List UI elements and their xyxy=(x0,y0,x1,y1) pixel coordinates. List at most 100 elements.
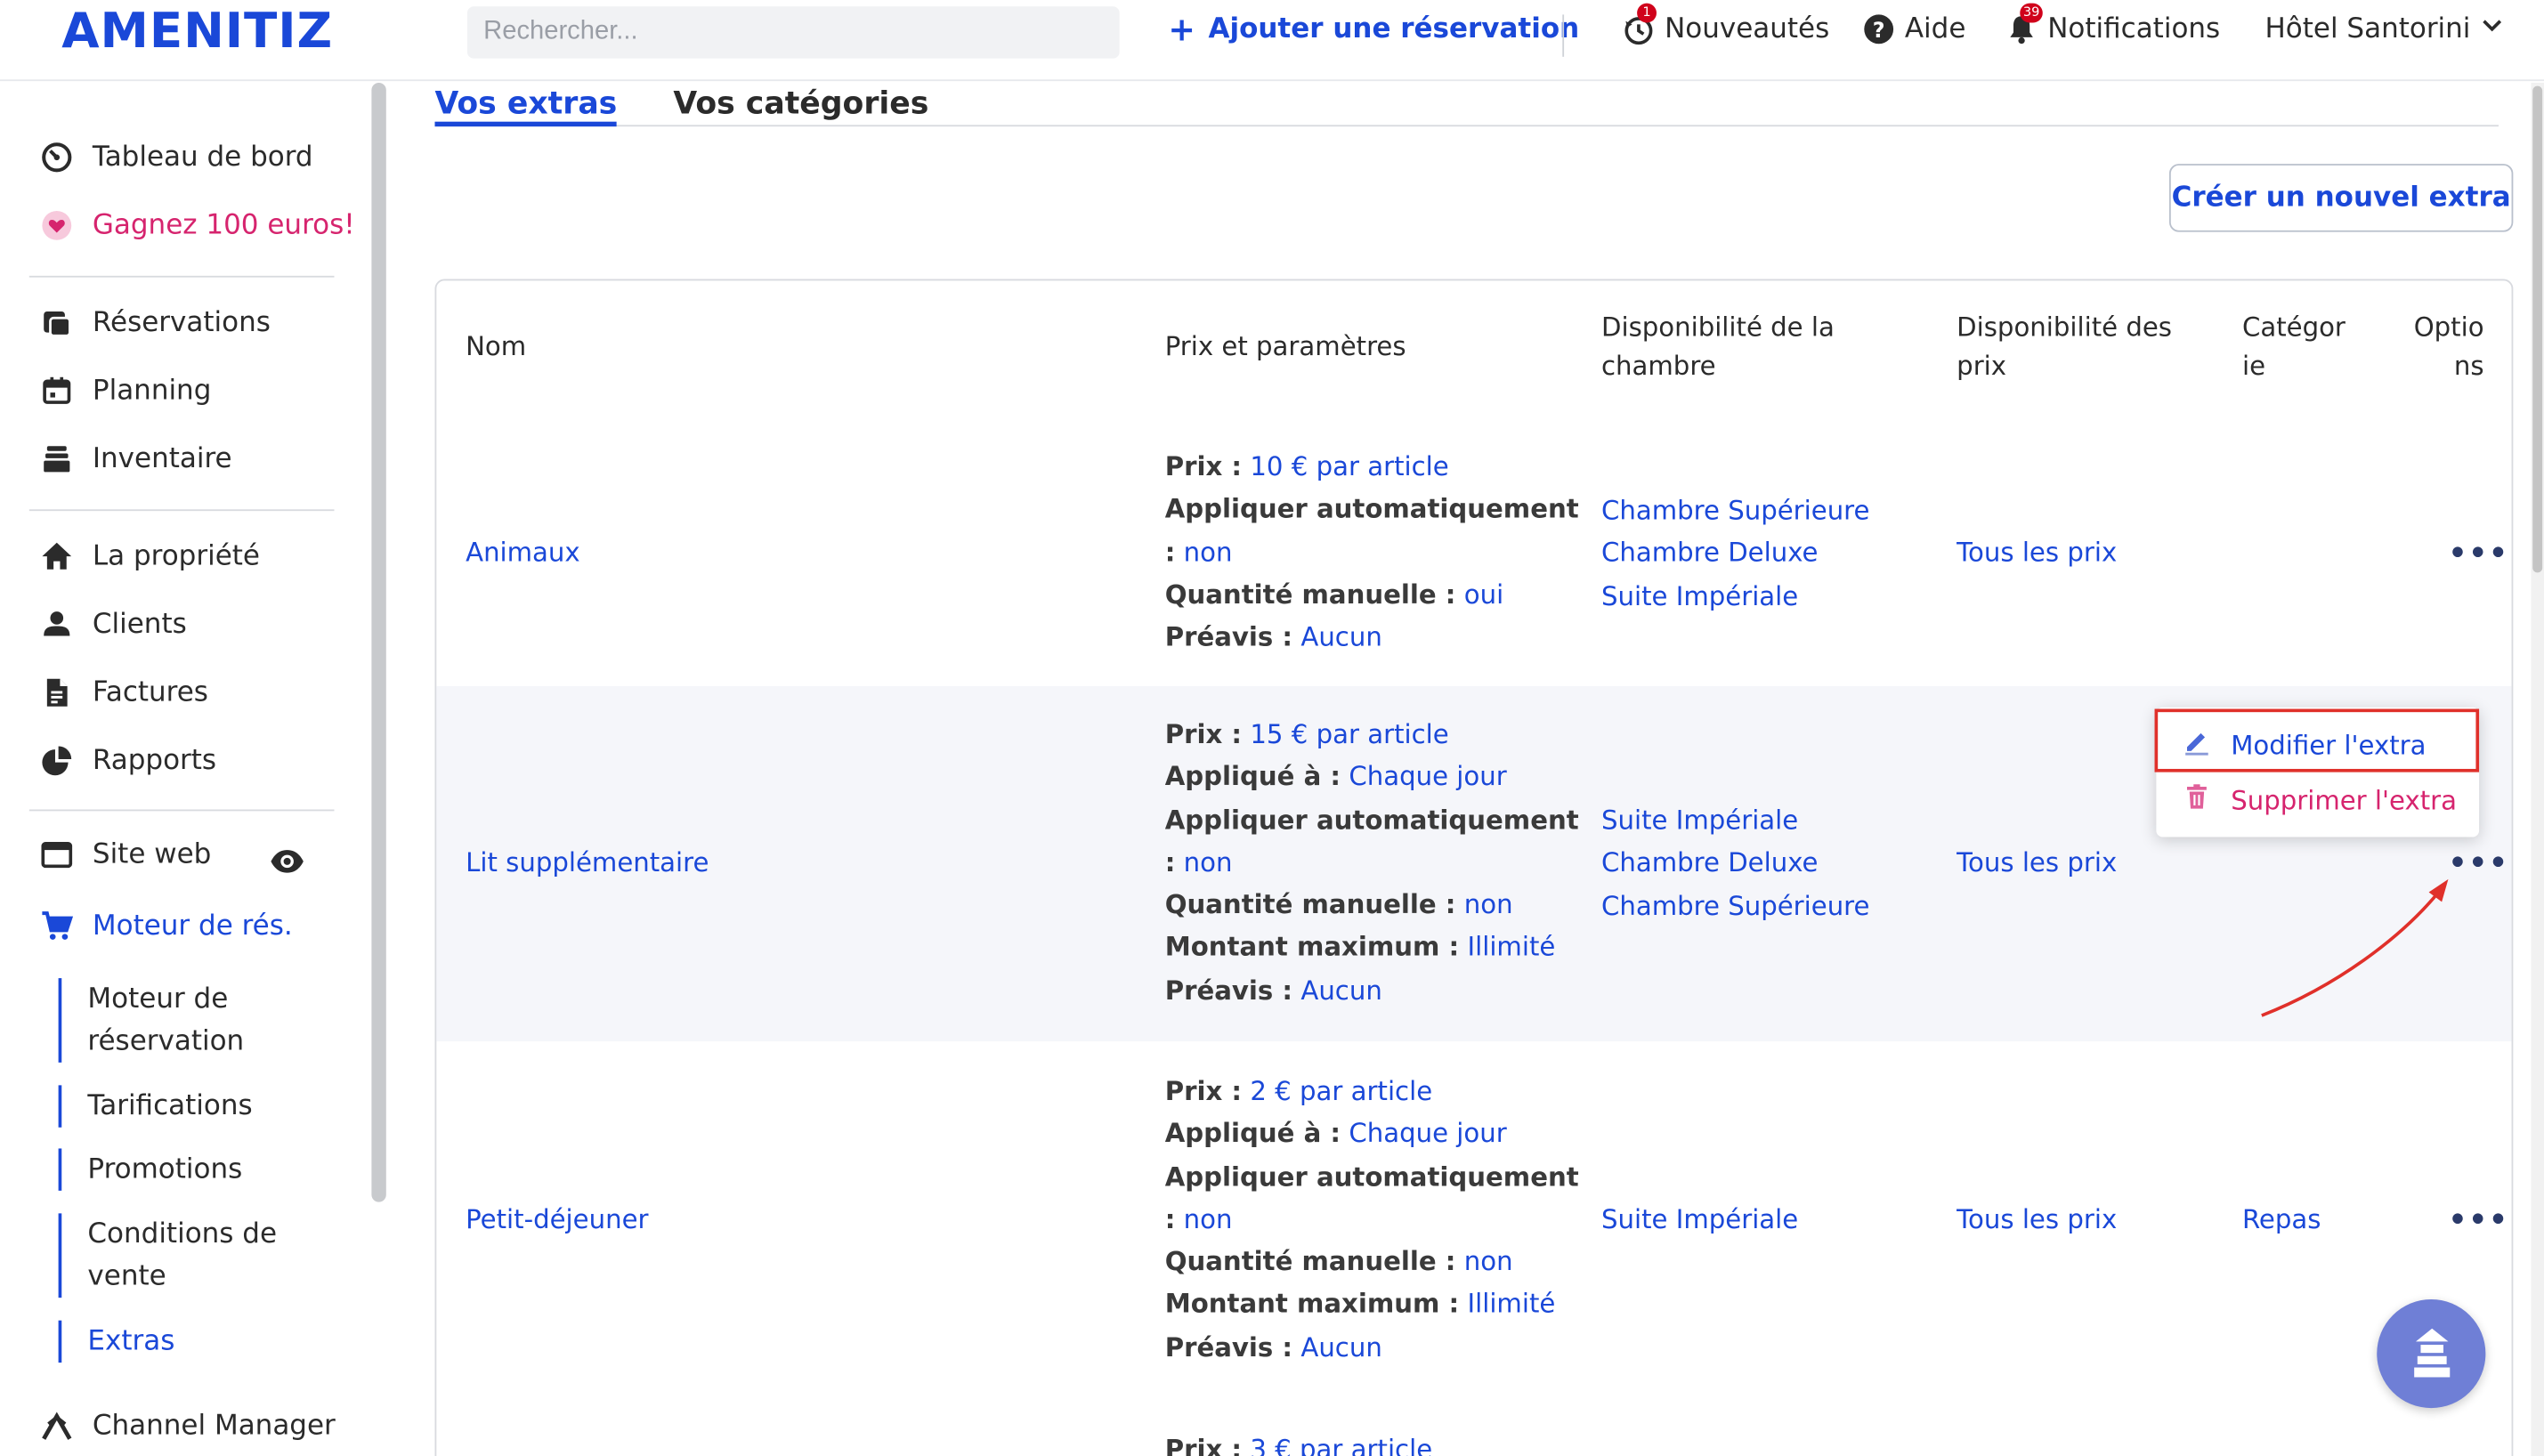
reservations-icon xyxy=(41,306,73,338)
sidebar-label: Rapports xyxy=(92,744,217,778)
edit-extra-menu-item[interactable]: Modifier l'extra xyxy=(2183,727,2427,763)
sidebar-item-dashboard[interactable]: Tableau de bord xyxy=(41,142,313,174)
sidebar-scrollbar[interactable] xyxy=(371,82,386,1202)
sidebar-label: Réservations xyxy=(92,306,271,339)
add-reservation-label: Ajouter une réservation xyxy=(1208,12,1580,46)
header-line: ns xyxy=(2453,350,2484,382)
price-availability: Tous les prix xyxy=(1957,1203,2118,1235)
header-line: Catégor xyxy=(2241,311,2346,343)
notifications-button[interactable]: 39 Notifications xyxy=(2005,3,2221,46)
tab-categories[interactable]: Vos catégories xyxy=(673,86,928,122)
notifications-label: Notifications xyxy=(2047,12,2221,46)
extra-name-link[interactable]: Lit supplémentaire xyxy=(466,842,709,885)
sidebar-sublabel: Tarifications xyxy=(87,1089,253,1123)
param-label: Préavis : xyxy=(1164,621,1293,653)
sidebar-item-invoices[interactable]: Factures xyxy=(41,676,208,709)
tab-extras[interactable]: Vos extras xyxy=(434,86,618,127)
page-scrollbar-thumb[interactable] xyxy=(2532,85,2543,573)
amenitiz-logo[interactable]: AMENITIZ xyxy=(61,4,333,61)
table-row: Animaux Prix : 10 € par article Applique… xyxy=(436,424,2511,686)
param-label: Montant maximum : xyxy=(1164,932,1460,963)
extra-name-link[interactable]: Petit-déjeuner xyxy=(466,1199,648,1242)
eye-icon[interactable] xyxy=(270,844,305,886)
home-icon xyxy=(41,540,73,572)
sidebar-item-clients[interactable]: Clients xyxy=(41,609,187,641)
file-invoice-icon xyxy=(41,676,73,708)
price-availability: Tous les prix xyxy=(1957,846,2118,878)
room-availability: Suite Impériale xyxy=(1601,1199,1798,1242)
search-input[interactable] xyxy=(466,6,1120,59)
sidebar-subitem-extras[interactable]: Extras xyxy=(58,1320,174,1363)
param-value: Illimité xyxy=(1467,1289,1556,1320)
sidebar-item-booking-engine[interactable]: Moteur de rés. xyxy=(41,910,293,942)
notifications-badge: 39 xyxy=(2020,3,2044,23)
column-header-room-availability: Disponibilité de la chambre xyxy=(1601,308,1835,385)
room-name: Chambre Deluxe xyxy=(1601,537,1819,569)
page-scrollbar[interactable] xyxy=(2531,82,2544,1456)
param-label: Appliquer automatiquement xyxy=(1164,804,1579,835)
param-label: Prix : xyxy=(1164,450,1243,482)
param-value: Aucun xyxy=(1300,621,1382,653)
options-menu-button[interactable]: ••• xyxy=(2448,849,2508,878)
param-label: : xyxy=(1164,1203,1176,1234)
param-value: Chaque jour xyxy=(1349,1118,1507,1150)
param-label: Préavis : xyxy=(1164,1331,1293,1363)
header-line: Optio xyxy=(2413,311,2484,343)
sidebar-label: Moteur de rés. xyxy=(92,910,293,942)
sidebar-subitem-rates[interactable]: Tarifications xyxy=(58,1085,253,1128)
sidebar-item-website[interactable]: Site web xyxy=(41,838,212,871)
room-name: Suite Impériale xyxy=(1601,579,1799,611)
sidebar: Tableau de bord Gagnez 100 euros! Réserv… xyxy=(0,82,367,1456)
sidebar-item-referral[interactable]: Gagnez 100 euros! xyxy=(41,209,355,242)
sidebar-sublabel: vente xyxy=(87,1260,166,1293)
support-chat-button[interactable] xyxy=(2377,1298,2486,1409)
heart-icon xyxy=(41,209,73,241)
hotel-selector[interactable]: Hôtel Santorini xyxy=(2264,13,2502,45)
param-value: oui xyxy=(1463,578,1504,611)
column-header-options: Optio ns xyxy=(2406,308,2484,385)
sidebar-item-property[interactable]: La propriété xyxy=(41,540,260,572)
sidebar-subitem-conditions[interactable]: Conditions de vente xyxy=(58,1213,278,1298)
sidebar-sublabel: Promotions xyxy=(87,1153,243,1186)
sidebar-item-planning[interactable]: Planning xyxy=(41,375,212,408)
room-name: Chambre Supérieure xyxy=(1601,494,1870,526)
sidebar-item-inventory[interactable]: Inventaire xyxy=(41,443,232,475)
sidebar-item-channel-manager[interactable]: Channel Manager xyxy=(41,1410,336,1442)
users-icon xyxy=(41,609,73,641)
extras-table: Nom Prix et paramètres Disponibilité de … xyxy=(434,279,2514,1456)
param-value: 15 € par article xyxy=(1250,718,1449,750)
room-name: Suite Impériale xyxy=(1601,1203,1799,1235)
sidebar-item-reports[interactable]: Rapports xyxy=(41,745,217,777)
room-name: Suite Impériale xyxy=(1601,805,1799,836)
news-button[interactable]: 1 Nouveautés xyxy=(1623,3,1830,46)
extra-name-link[interactable]: Animaux xyxy=(466,532,580,575)
help-button[interactable]: ? Aide xyxy=(1862,13,1965,45)
param-label: Quantité manuelle : xyxy=(1164,1246,1456,1277)
options-menu-button[interactable]: ••• xyxy=(2448,1206,2508,1235)
header-line: Disponibilité de la xyxy=(1601,311,1835,343)
sidebar-item-reservations[interactable]: Réservations xyxy=(41,306,271,339)
category: Repas xyxy=(2241,1203,2321,1235)
news-label: Nouveautés xyxy=(1665,12,1830,46)
options-menu-button[interactable]: ••• xyxy=(2448,539,2508,569)
sidebar-sublabel: réservation xyxy=(87,1024,245,1058)
param-value: Aucun xyxy=(1300,1331,1382,1363)
top-bar: AMENITIZ + Ajouter une réservation 1 Nou… xyxy=(0,0,2544,82)
browser-window-icon xyxy=(41,838,73,870)
sidebar-label: Site web xyxy=(92,838,212,871)
param-label: Quantité manuelle : xyxy=(1164,578,1456,611)
sidebar-sublabel: Conditions de xyxy=(87,1217,278,1251)
column-header-category: Catégor ie xyxy=(2242,308,2346,385)
param-label: Appliquer automatiquement xyxy=(1164,1161,1579,1192)
create-extra-button[interactable]: Créer un nouvel extra xyxy=(2168,164,2514,232)
add-reservation-button[interactable]: + Ajouter une réservation xyxy=(1168,13,1579,45)
sidebar-subitem-promotions[interactable]: Promotions xyxy=(58,1148,243,1191)
delete-extra-menu-item[interactable]: Supprimer l'extra xyxy=(2183,782,2457,818)
hotel-name: Hôtel Santorini xyxy=(2264,12,2471,46)
sidebar-label: Planning xyxy=(92,375,212,408)
sidebar-label: La propriété xyxy=(92,539,260,573)
sidebar-subitem-booking-engine[interactable]: Moteur de réservation xyxy=(58,978,245,1063)
param-label: Appliqué à : xyxy=(1164,1118,1341,1150)
chevron-down-icon xyxy=(2480,13,2503,45)
param-value: Aucun xyxy=(1300,975,1382,1006)
